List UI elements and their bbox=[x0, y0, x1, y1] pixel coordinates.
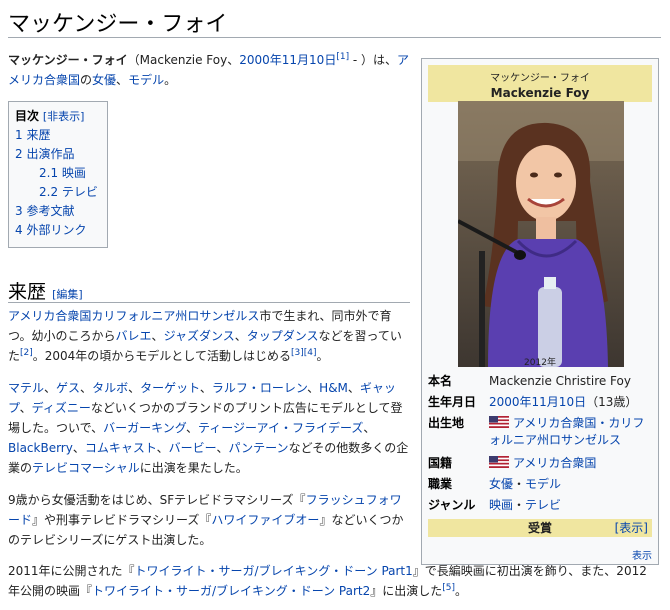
title-divider bbox=[8, 37, 661, 38]
portrait-photo[interactable] bbox=[458, 101, 624, 367]
history-paragraph-1: アメリカ合衆国カリフォルニア州ロサンゼルス市で生まれ、同市外で育つ。幼小のころか… bbox=[8, 309, 402, 363]
history-paragraph-2: マテル、ゲス、タルボ、ターゲット、ラルフ・ローレン、H&M、ギャップ、ディズニー… bbox=[8, 381, 409, 475]
toc-toggle[interactable]: [非表示] bbox=[43, 110, 85, 123]
infobox-name-en: Mackenzie Foy bbox=[490, 86, 590, 100]
birth-date-link[interactable]: 2000年11月10日 bbox=[239, 53, 336, 67]
lead-paragraph: マッケンジー・フォイ（Mackenzie Foy、2000年11月10日[1] … bbox=[8, 50, 410, 90]
model-link[interactable]: モデル bbox=[525, 477, 561, 491]
toc-item-external-links[interactable]: 4 外部リンク bbox=[15, 223, 86, 237]
company-link[interactable]: コムキャスト bbox=[85, 441, 157, 455]
tv-genre-link[interactable]: テレビ bbox=[525, 498, 561, 512]
company-link[interactable]: バーガーキング bbox=[103, 421, 186, 435]
film-genre-link[interactable]: 映画 bbox=[489, 498, 513, 512]
history-paragraph-4: 2011年に公開された『トワイライト・サーガ/ブレイキング・ドーン Part1』… bbox=[8, 564, 647, 598]
lead-text: 。 bbox=[164, 73, 177, 87]
company-link[interactable]: バービー bbox=[169, 441, 217, 455]
lead-text: の bbox=[80, 73, 93, 87]
toc-title: 目次 bbox=[15, 109, 40, 123]
infobox-footer-link[interactable]: 表示 bbox=[632, 547, 652, 562]
birthplace-link[interactable]: アメリカ合衆国・カリフォルニア州ロサンゼルス bbox=[489, 416, 644, 447]
lead-text: （Mackenzie Foy、 bbox=[127, 53, 240, 67]
infobox-header: マッケンジー・フォイ Mackenzie Foy bbox=[428, 65, 652, 102]
breaking-dawn-1-link[interactable]: トワイライト・サーガ/ブレイキング・ドーン Part1 bbox=[135, 564, 413, 578]
toc-item-tv[interactable]: 2.2 テレビ bbox=[39, 185, 98, 199]
brand-link[interactable]: ターゲット bbox=[140, 381, 200, 395]
toc-item-history[interactable]: 1 来歴 bbox=[15, 128, 50, 142]
page-title: マッケンジー・フォイ bbox=[8, 12, 228, 37]
brand-link[interactable]: ラルフ・ローレン bbox=[212, 381, 307, 395]
us-flag-icon bbox=[489, 456, 509, 468]
lead-text: - ）は、 bbox=[349, 53, 398, 67]
toc-item-references[interactable]: 3 参考文献 bbox=[15, 204, 74, 218]
jazz-dance-link[interactable]: ジャズダンス bbox=[164, 329, 235, 343]
ref-link-2[interactable]: [2] bbox=[20, 348, 33, 358]
infobox-name-jp: マッケンジー・フォイ bbox=[490, 73, 590, 84]
section-divider bbox=[8, 302, 410, 303]
company-link[interactable]: パンテーン bbox=[229, 441, 289, 455]
breaking-dawn-2-link[interactable]: トワイライト・サーガ/ブレイキング・ドーン Part2 bbox=[92, 584, 370, 598]
ref-link-1[interactable]: [1] bbox=[336, 52, 349, 62]
hawaii-five-0-link[interactable]: ハワイファイブオー bbox=[211, 513, 319, 527]
toc-item-works[interactable]: 2 出演作品 bbox=[15, 147, 74, 161]
company-link[interactable]: ティージーアイ・フライデーズ bbox=[198, 421, 363, 435]
awards-header: 受賞 [表示] bbox=[428, 519, 652, 537]
us-flag-icon bbox=[489, 416, 509, 428]
company-link[interactable]: BlackBerry bbox=[8, 441, 73, 455]
awards-label: 受賞 bbox=[527, 521, 552, 535]
section-heading: 来歴 [編集] bbox=[8, 277, 83, 304]
section-title: 来歴 bbox=[8, 281, 47, 303]
awards-toggle[interactable]: [表示] bbox=[615, 519, 648, 537]
edit-section-link[interactable]: [編集] bbox=[52, 288, 83, 301]
tv-commercial-link[interactable]: テレビコマーシャル bbox=[32, 461, 140, 475]
history-paragraph-3: 9歳から女優活動をはじめ、SFテレビドラマシリーズ『フラッシュフォワード』や刑事… bbox=[8, 493, 404, 547]
brand-link[interactable]: H&M bbox=[319, 381, 348, 395]
subject-name: マッケンジー・フォイ bbox=[8, 53, 128, 67]
place-link[interactable]: アメリカ合衆国カリフォルニア州ロサンゼルス bbox=[8, 309, 259, 323]
toc-item-film[interactable]: 2.1 映画 bbox=[39, 166, 86, 180]
ref-link-4[interactable]: [4] bbox=[304, 348, 317, 358]
lead-text: 、 bbox=[116, 73, 129, 87]
ballet-link[interactable]: バレエ bbox=[116, 329, 152, 343]
brand-link[interactable]: ディズニー bbox=[32, 401, 91, 415]
brand-link[interactable]: ゲス bbox=[56, 381, 80, 395]
actress-link[interactable]: 女優 bbox=[92, 73, 116, 87]
brand-link[interactable]: マテル bbox=[8, 381, 44, 395]
infobox: マッケンジー・フォイ Mackenzie Foy 2012年 本名 Macken… bbox=[421, 58, 659, 565]
tap-dance-link[interactable]: タップダンス bbox=[247, 329, 319, 343]
photo-caption: 2012年 bbox=[524, 358, 556, 368]
ref-link-5[interactable]: [5] bbox=[442, 583, 455, 593]
actress-link[interactable]: 女優 bbox=[489, 477, 513, 491]
model-link[interactable]: モデル bbox=[128, 73, 164, 87]
ref-link-3[interactable]: [3] bbox=[291, 348, 304, 358]
brand-link[interactable]: タルボ bbox=[92, 381, 128, 395]
birth-date-link[interactable]: 2000年11月10日 bbox=[489, 395, 586, 409]
table-of-contents: 目次 [非表示] 1 来歴 2 出演作品 2.1 映画 2.2 テレビ 3 参考… bbox=[8, 101, 108, 248]
nationality-link[interactable]: アメリカ合衆国 bbox=[513, 456, 596, 470]
